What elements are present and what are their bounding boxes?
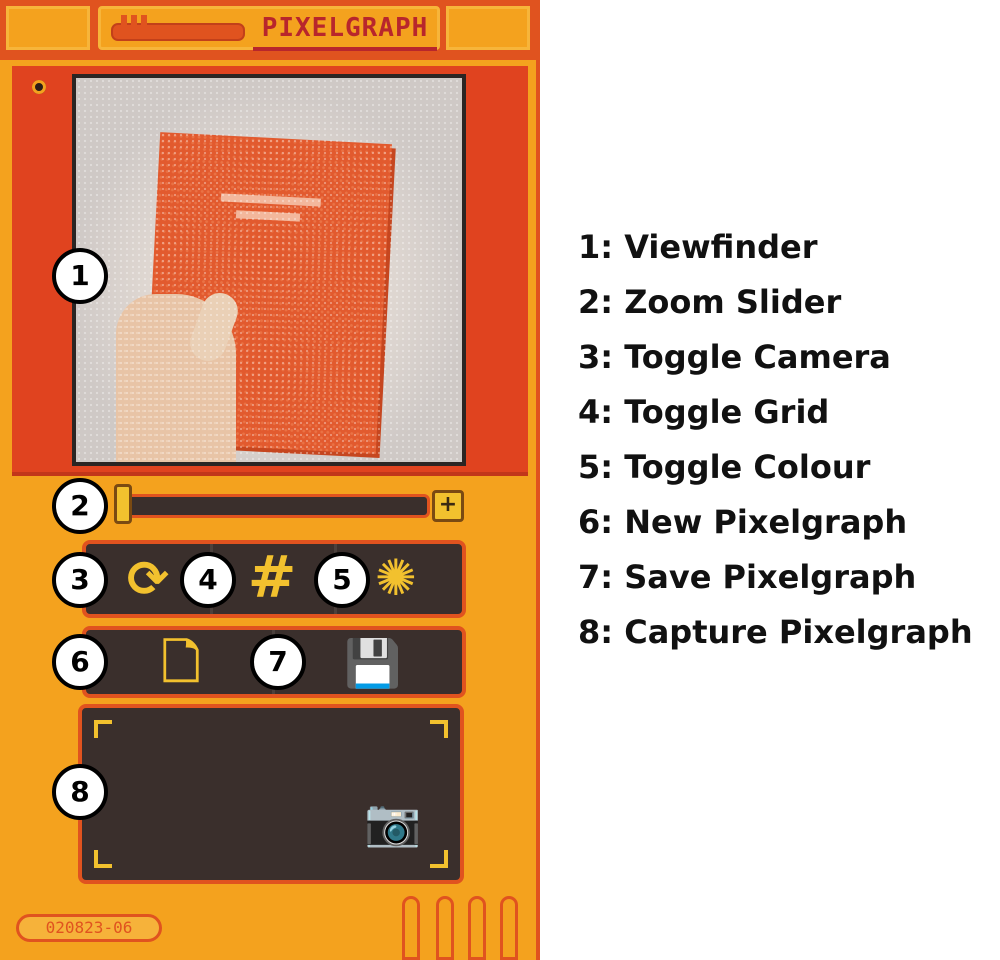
badge-5: 5 [314, 552, 370, 608]
legend-item: 1: Viewfinder [578, 228, 818, 266]
pixel-dither-overlay [76, 78, 462, 462]
zoom-slider-track[interactable] [114, 494, 430, 518]
legend-item: 3: Toggle Camera [578, 338, 891, 376]
badge-4: 4 [180, 552, 236, 608]
notch [121, 15, 127, 25]
legend-item: 6: New Pixelgraph [578, 503, 908, 541]
camera-switch-icon: ⟳ [127, 550, 169, 608]
badge-6: 6 [52, 634, 108, 690]
legend-item: 8: Capture Pixelgraph [578, 613, 973, 651]
badge-1: 1 [52, 248, 108, 304]
top-left-block [6, 6, 90, 50]
capture-pixelgraph-button[interactable]: 📷 [78, 704, 464, 884]
grid-icon: # [247, 543, 297, 611]
top-bar: PIXELGRAPH [0, 0, 536, 60]
legend-item: 5: Toggle Colour [578, 448, 871, 486]
frame-corner [430, 850, 448, 868]
vent-slot [436, 896, 454, 960]
save-floppy-icon: 💾 [344, 636, 402, 690]
serial-number: 020823-06 [16, 914, 162, 942]
badge-2: 2 [52, 478, 108, 534]
badge-7: 7 [250, 634, 306, 690]
zoom-slider-handle[interactable] [114, 484, 132, 524]
frame-corner [94, 850, 112, 868]
vent-slot [468, 896, 486, 960]
viewfinder[interactable] [72, 74, 466, 466]
legend-item: 4: Toggle Grid [578, 393, 830, 431]
plus-icon[interactable]: + [432, 490, 464, 522]
frame-corner [94, 720, 112, 738]
title-plate: PIXELGRAPH [98, 6, 440, 51]
screw-icon [32, 80, 46, 94]
new-pixelgraph-button[interactable]: 🗋 [86, 630, 275, 694]
notch [141, 15, 147, 25]
notch [131, 15, 137, 25]
legend-item: 2: Zoom Slider [578, 283, 842, 321]
badge-3: 3 [52, 552, 108, 608]
new-document-icon: 🗋 [161, 635, 201, 691]
frame-corner [430, 720, 448, 738]
toggle-bar: ⟳ # ✺ [82, 540, 466, 618]
badge-8: 8 [52, 764, 108, 820]
legend-list: 1: Viewfinder 2: Zoom Slider 3: Toggle C… [578, 224, 973, 664]
top-right-block [446, 6, 530, 50]
vent-slot [500, 896, 518, 960]
app-logo: PIXELGRAPH [253, 13, 437, 51]
status-pill [111, 23, 245, 41]
camera-capture-icon: 📷 [364, 795, 422, 849]
vent-slot [402, 896, 420, 960]
legend-item: 7: Save Pixelgraph [578, 558, 917, 596]
